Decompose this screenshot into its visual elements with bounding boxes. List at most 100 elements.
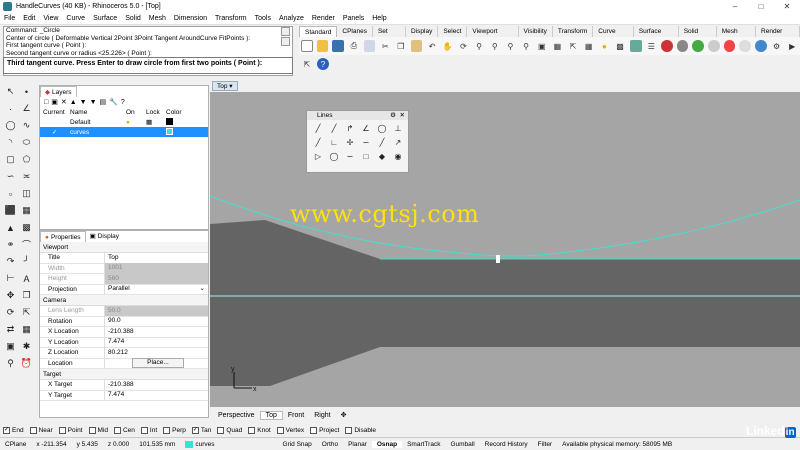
scroll-up-icon[interactable]: [281, 27, 290, 36]
status-layer[interactable]: curves: [180, 440, 219, 448]
render-settings-icon[interactable]: [755, 40, 767, 52]
layer-color-swatch[interactable]: [166, 127, 173, 135]
osnap-knot[interactable]: Knot: [248, 426, 271, 434]
zoom-icon[interactable]: ⚲: [473, 40, 485, 52]
tab-transform[interactable]: Transform: [553, 26, 594, 37]
trim-icon[interactable]: ↷: [4, 255, 17, 268]
render-icon[interactable]: [723, 40, 736, 52]
layer-row[interactable]: Default ● ▩: [40, 117, 208, 127]
line-chain-icon[interactable]: ✢: [343, 136, 357, 149]
boolean-icon[interactable]: ▩: [20, 221, 33, 234]
prop-ytarget-field[interactable]: 7.474: [104, 390, 208, 401]
section-target[interactable]: Target: [40, 369, 208, 380]
copy-icon[interactable]: ❐: [395, 40, 407, 52]
status-filter[interactable]: Filter: [533, 441, 557, 448]
sphere-render-icon[interactable]: [661, 40, 673, 52]
cut-icon[interactable]: ✂: [379, 40, 391, 52]
extrude-icon[interactable]: ◫: [20, 187, 33, 200]
teapot-icon[interactable]: [739, 40, 752, 52]
filter-icon[interactable]: ▼: [90, 99, 97, 106]
prop-yloc-field[interactable]: 7.474: [104, 337, 208, 348]
minimize-icon[interactable]: –: [722, 2, 748, 11]
paste-icon[interactable]: [410, 40, 423, 52]
menu-curve[interactable]: Curve: [66, 15, 85, 22]
col-on[interactable]: On: [126, 109, 146, 116]
line-tan-tan-icon[interactable]: ◯: [327, 150, 341, 163]
scroll-down-icon[interactable]: [281, 37, 290, 46]
move-down-icon[interactable]: ▼: [80, 99, 87, 106]
mesh-icon[interactable]: ▲: [4, 221, 17, 234]
line-offset-icon[interactable]: □: [359, 150, 373, 163]
new-sublayer-icon[interactable]: ▣: [51, 98, 58, 106]
tab-surface-tools[interactable]: Surface Tools: [634, 26, 679, 46]
scale-icon[interactable]: ⇱: [20, 306, 33, 319]
line-fit-icon[interactable]: ▷: [311, 150, 325, 163]
more-icon[interactable]: ▶: [786, 40, 798, 52]
line-tangent-icon[interactable]: ◯: [375, 122, 389, 135]
rotate-icon[interactable]: ⟳: [4, 306, 17, 319]
tab-render-tools[interactable]: Render Tools: [756, 26, 800, 46]
text-icon[interactable]: A: [20, 272, 33, 285]
line-bisector-icon[interactable]: ∟: [327, 136, 341, 149]
line-extend-icon[interactable]: ↗: [391, 136, 405, 149]
tab-layers[interactable]: ◆ Layers: [40, 86, 77, 97]
menu-transform[interactable]: Transform: [215, 15, 247, 22]
line-sketch-icon[interactable]: ∽: [343, 150, 357, 163]
lasso-icon[interactable]: ⚭: [4, 238, 17, 251]
ellipse-icon[interactable]: ⬭: [20, 136, 33, 149]
explode-icon[interactable]: ✱: [20, 340, 33, 353]
tab-top[interactable]: Top: [259, 410, 283, 420]
tab-set-view[interactable]: Set View: [373, 26, 407, 46]
options-icon[interactable]: ⚙: [771, 40, 783, 52]
section-camera[interactable]: Camera: [40, 295, 208, 306]
osnap-checkbox[interactable]: [248, 426, 256, 434]
osnap-point[interactable]: Point: [58, 426, 83, 434]
tab-cplanes[interactable]: CPlanes: [337, 26, 373, 37]
sphere-ghost-icon[interactable]: [708, 40, 720, 52]
properties-icon[interactable]: ☰: [646, 40, 658, 52]
chevron-down-icon[interactable]: ▾: [229, 83, 232, 90]
menu-dimension[interactable]: Dimension: [174, 15, 207, 22]
osnap-checkbox[interactable]: [310, 426, 318, 434]
osnap-checkbox[interactable]: [345, 426, 353, 434]
split-icon[interactable]: ╯: [20, 255, 33, 268]
chevron-down-icon[interactable]: ⌄: [200, 284, 205, 295]
projection-select[interactable]: Parallel ⌄: [104, 284, 208, 295]
tab-viewport-layout[interactable]: Viewport Layout: [467, 26, 519, 46]
line-angle-icon[interactable]: ∠: [359, 122, 373, 135]
tab-mesh-tools[interactable]: Mesh Tools: [717, 26, 757, 46]
command-prompt[interactable]: Third tangent curve. Press Enter to draw…: [3, 57, 293, 74]
col-lock[interactable]: Lock: [146, 109, 166, 116]
help-icon[interactable]: ?: [317, 58, 329, 70]
select-points-icon[interactable]: •: [20, 85, 33, 98]
pan-hand-icon[interactable]: ✋: [442, 40, 454, 52]
maximize-icon[interactable]: □: [748, 2, 774, 11]
osnap-project[interactable]: Project: [310, 426, 339, 434]
line-perp-icon[interactable]: ⊥: [391, 122, 405, 135]
viewport-canvas[interactable]: y x: [210, 92, 800, 407]
arc-icon[interactable]: ◝: [4, 136, 17, 149]
osnap-mid[interactable]: Mid: [88, 426, 108, 434]
line-surface-icon[interactable]: ◆: [375, 150, 389, 163]
handle-shape[interactable]: [210, 220, 800, 386]
menu-solid[interactable]: Solid: [125, 15, 141, 22]
tab-display[interactable]: Display: [406, 26, 439, 37]
command-scroll[interactable]: [281, 27, 292, 55]
rectangle-icon[interactable]: ▢: [4, 153, 17, 166]
osnap-checkbox[interactable]: [29, 426, 37, 434]
polyline-icon[interactable]: ∠: [20, 102, 33, 115]
fillet-icon[interactable]: ⌒: [20, 238, 33, 251]
zoom-window-icon[interactable]: ⚲: [489, 40, 501, 52]
new-layer-icon[interactable]: □: [44, 99, 48, 106]
status-grid-snap[interactable]: Grid Snap: [278, 441, 317, 448]
section-viewport[interactable]: Viewport: [40, 242, 208, 253]
move-up-icon[interactable]: ▲: [70, 99, 77, 106]
tab-visibility[interactable]: Visibility: [519, 26, 553, 37]
line-vertical-icon[interactable]: ╱: [311, 136, 325, 149]
wrench-icon[interactable]: 🔧: [109, 98, 118, 106]
offset-curve-icon[interactable]: ≍: [20, 170, 33, 183]
osnap-perp[interactable]: Perp: [163, 426, 186, 434]
prop-zloc-field[interactable]: 80.212: [104, 347, 208, 358]
delete-layer-icon[interactable]: ✕: [61, 98, 67, 106]
freeform-icon[interactable]: ∽: [4, 170, 17, 183]
